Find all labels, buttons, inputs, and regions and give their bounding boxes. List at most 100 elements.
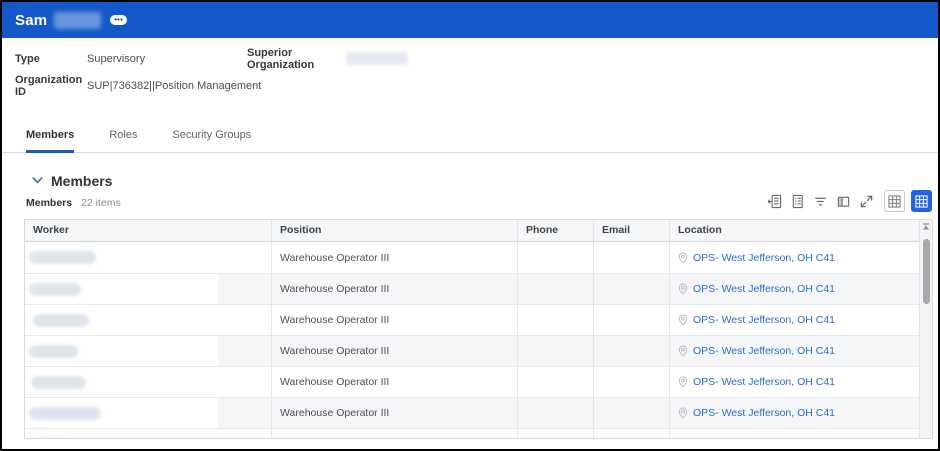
- email-cell: [594, 242, 670, 273]
- location-link[interactable]: OPS- West Jefferson, OH C41: [693, 376, 835, 388]
- vertical-scrollbar[interactable]: [919, 220, 932, 438]
- redacted-worker-name: [31, 376, 86, 389]
- organization-id-value: SUP|736382||Position Management: [87, 80, 261, 92]
- position-cell: Warehouse Operator III: [272, 429, 518, 439]
- grid-item-count: 22 items: [81, 197, 121, 209]
- phone-cell: [518, 274, 594, 304]
- email-cell: [594, 429, 670, 439]
- chevron-down-icon: [32, 177, 43, 184]
- redacted-worker-name: [29, 283, 81, 296]
- redacted-worker-name: [29, 407, 101, 420]
- grid-toolbar-row: Members 22 items: [26, 188, 932, 212]
- page-title: Sam: [15, 12, 47, 29]
- column-header-phone[interactable]: Phone: [518, 220, 594, 241]
- meta-row-2: Organization ID SUP|736382||Position Man…: [15, 79, 938, 92]
- column-header-location[interactable]: Location: [670, 220, 932, 241]
- location-link[interactable]: OPS- West Jefferson, OH C41: [693, 438, 835, 439]
- tab-roles[interactable]: Roles: [109, 129, 137, 153]
- worker-cell[interactable]: [25, 429, 272, 439]
- worker-cell[interactable]: [25, 274, 272, 304]
- phone-cell: [518, 242, 594, 273]
- position-cell: Warehouse Operator III: [272, 274, 518, 304]
- meta-row-1: Type Supervisory Superior Organization: [15, 52, 938, 65]
- worker-cell[interactable]: [25, 367, 272, 397]
- location-cell: OPS- West Jefferson, OH C41: [670, 367, 932, 397]
- worker-cell[interactable]: [25, 305, 272, 335]
- map-pin-icon: [678, 438, 688, 439]
- table-row[interactable]: Warehouse Operator III OPS- West Jeffers…: [25, 273, 932, 304]
- grid-view-icon[interactable]: [884, 190, 905, 212]
- email-cell: [594, 398, 670, 428]
- location-link[interactable]: OPS- West Jefferson, OH C41: [693, 314, 835, 326]
- worker-cell[interactable]: [25, 336, 272, 366]
- location-cell: OPS- West Jefferson, OH C41: [670, 305, 932, 335]
- expand-table-icon[interactable]: [858, 193, 874, 209]
- worker-cell[interactable]: [25, 242, 272, 273]
- map-pin-icon: [678, 407, 688, 419]
- column-header-worker[interactable]: Worker: [25, 220, 272, 241]
- page-banner: Sam •••: [2, 2, 938, 38]
- grid-caption: Members 22 items: [26, 197, 121, 212]
- redacted-worker-name: [29, 345, 78, 358]
- table-body: Warehouse Operator III OPS- West Jeffers…: [25, 242, 932, 439]
- export-document-icon[interactable]: [789, 193, 805, 209]
- phone-cell: [518, 429, 594, 439]
- tab-security-groups[interactable]: Security Groups: [172, 129, 251, 153]
- position-cell: Warehouse Operator III: [272, 336, 518, 366]
- redacted-worker-name: [31, 438, 74, 440]
- position-cell: Warehouse Operator III: [272, 305, 518, 335]
- position-cell: Warehouse Operator III: [272, 367, 518, 397]
- org-summary: Type Supervisory Superior Organization O…: [2, 38, 938, 92]
- phone-cell: [518, 398, 594, 428]
- position-cell: Warehouse Operator III: [272, 398, 518, 428]
- table-row[interactable]: Warehouse Operator III OPS- West Jeffers…: [25, 428, 932, 439]
- redacted-superior-organization-value: [346, 52, 408, 65]
- location-link[interactable]: OPS- West Jefferson, OH C41: [693, 407, 835, 419]
- table-row[interactable]: Warehouse Operator III OPS- West Jeffers…: [25, 242, 932, 273]
- app-window: Sam ••• Type Supervisory Superior Organi…: [0, 0, 940, 451]
- phone-cell: [518, 367, 594, 397]
- organization-id-label: Organization ID: [15, 74, 87, 98]
- location-link[interactable]: OPS- West Jefferson, OH C41: [693, 283, 835, 295]
- related-actions-button[interactable]: •••: [110, 15, 127, 25]
- redacted-title-text: [54, 12, 101, 29]
- location-cell: OPS- West Jefferson, OH C41: [670, 429, 932, 439]
- location-cell: OPS- West Jefferson, OH C41: [670, 242, 932, 273]
- phone-cell: [518, 336, 594, 366]
- filter-icon[interactable]: [812, 193, 828, 209]
- scrollbar-thumb[interactable]: [923, 239, 930, 304]
- redacted-worker-name: [33, 314, 89, 327]
- members-section-header[interactable]: Members: [32, 173, 938, 188]
- map-pin-icon: [678, 252, 688, 264]
- location-cell: OPS- West Jefferson, OH C41: [670, 398, 932, 428]
- grid-view-selected-icon[interactable]: [911, 190, 932, 212]
- tab-bar: Members Roles Security Groups: [2, 129, 938, 153]
- map-pin-icon: [678, 314, 688, 326]
- scroll-to-top-icon[interactable]: [920, 220, 932, 234]
- type-label: Type: [15, 53, 87, 65]
- freeze-columns-icon[interactable]: [835, 193, 851, 209]
- column-header-email[interactable]: Email: [594, 220, 670, 241]
- location-cell: OPS- West Jefferson, OH C41: [670, 336, 932, 366]
- table-row[interactable]: Warehouse Operator III OPS- West Jeffers…: [25, 335, 932, 366]
- section-title: Members: [51, 173, 112, 189]
- table-row[interactable]: Warehouse Operator III OPS- West Jeffers…: [25, 366, 932, 397]
- view-toggle-group: [884, 190, 932, 212]
- grid-toolbar: [766, 190, 932, 212]
- table-row[interactable]: Warehouse Operator III OPS- West Jeffers…: [25, 304, 932, 335]
- redacted-worker-name: [29, 251, 96, 264]
- map-pin-icon: [678, 345, 688, 357]
- email-cell: [594, 274, 670, 304]
- location-link[interactable]: OPS- West Jefferson, OH C41: [693, 252, 835, 264]
- worker-cell[interactable]: [25, 398, 272, 428]
- table-row[interactable]: Warehouse Operator III OPS- West Jeffers…: [25, 397, 932, 428]
- map-pin-icon: [678, 283, 688, 295]
- export-to-excel-icon[interactable]: [766, 193, 782, 209]
- grid-caption-label: Members: [26, 197, 72, 209]
- tab-members[interactable]: Members: [26, 129, 74, 153]
- position-cell: Warehouse Operator III: [272, 242, 518, 273]
- location-link[interactable]: OPS- West Jefferson, OH C41: [693, 345, 835, 357]
- table-header: Worker Position Phone Email Location: [25, 220, 932, 242]
- map-pin-icon: [678, 376, 688, 388]
- column-header-position[interactable]: Position: [272, 220, 518, 241]
